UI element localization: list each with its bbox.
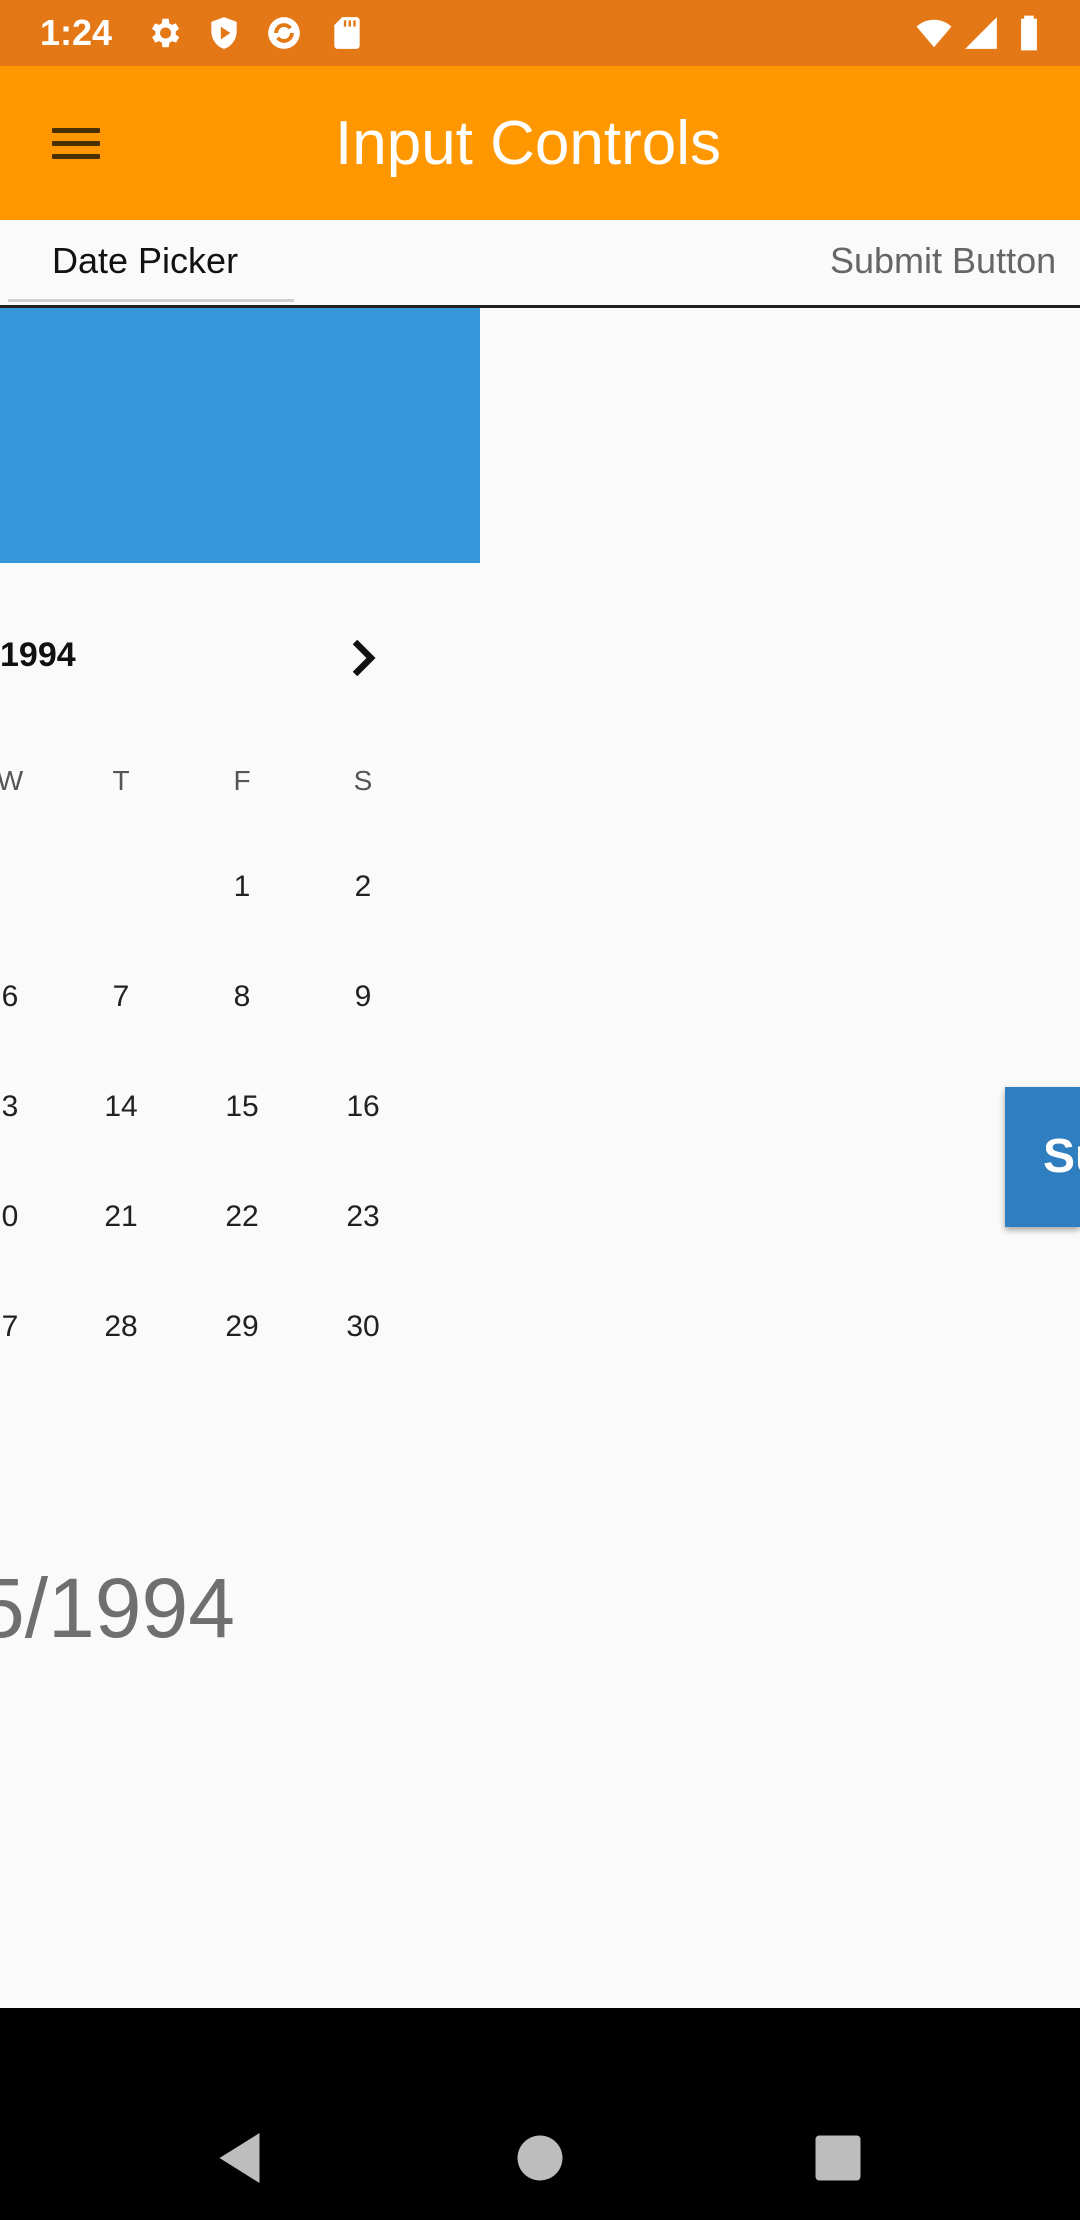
navigation-bar <box>0 2008 1080 2220</box>
tab-strip: Date Picker Submit Button <box>0 220 1080 308</box>
tab-date-picker[interactable]: Date Picker <box>52 240 238 282</box>
calendar-day[interactable]: 8 <box>207 980 277 1014</box>
shield-play-icon <box>211 17 237 49</box>
calendar-day[interactable]: 22 <box>207 1200 277 1234</box>
cell-signal-icon <box>965 17 997 49</box>
submit-button-label: Su <box>1043 1130 1080 1183</box>
hamburger-menu-icon[interactable] <box>38 106 114 182</box>
calendar-day[interactable]: 3 <box>0 1090 45 1124</box>
calendar-day[interactable]: 21 <box>86 1200 156 1234</box>
sync-icon <box>268 17 300 49</box>
sd-card-icon <box>334 17 360 49</box>
submit-button[interactable]: Su <box>1005 1087 1080 1227</box>
weekday-header: S <box>353 765 373 796</box>
calendar-day[interactable]: 9 <box>328 980 398 1014</box>
calendar-day[interactable]: 2 <box>328 870 398 904</box>
back-icon[interactable] <box>212 2128 272 2188</box>
calendar-day[interactable]: 29 <box>207 1310 277 1344</box>
gear-icon <box>151 18 180 48</box>
calendar-day[interactable]: 6 <box>0 980 45 1014</box>
calendar-day[interactable]: 23 <box>328 1200 398 1234</box>
app-bar: Input Controls <box>0 66 1080 220</box>
wifi-icon <box>916 19 952 48</box>
page-title: Input Controls <box>335 109 721 178</box>
home-icon[interactable] <box>510 2128 570 2188</box>
calendar-day[interactable]: 7 <box>0 1310 45 1344</box>
status-bar: 1:24 <box>0 0 1080 66</box>
selected-date-display: 5/1994 <box>0 1561 235 1655</box>
calendar-day[interactable]: 1 <box>207 870 277 904</box>
tab-indicator <box>8 299 294 302</box>
battery-icon <box>1021 15 1037 51</box>
calendar-day[interactable]: 30 <box>328 1310 398 1344</box>
weekday-header: W <box>0 765 24 796</box>
calendar-day[interactable]: 15 <box>207 1090 277 1124</box>
date-picker-header <box>0 308 480 563</box>
weekday-header: F <box>233 765 251 796</box>
tab-submit-button[interactable]: Submit Button <box>830 240 1056 282</box>
calendar-day[interactable]: 28 <box>86 1310 156 1344</box>
weekday-header: T <box>112 765 130 796</box>
calendar-day[interactable]: 16 <box>328 1090 398 1124</box>
calendar-day[interactable]: 7 <box>86 980 156 1014</box>
calendar-day[interactable]: 0 <box>0 1200 45 1234</box>
status-time: 1:24 <box>40 12 113 53</box>
recents-icon[interactable] <box>808 2128 868 2188</box>
chevron-right-icon[interactable] <box>340 630 390 686</box>
month-year-label: 1994 <box>0 636 76 674</box>
calendar-day[interactable]: 14 <box>86 1090 156 1124</box>
